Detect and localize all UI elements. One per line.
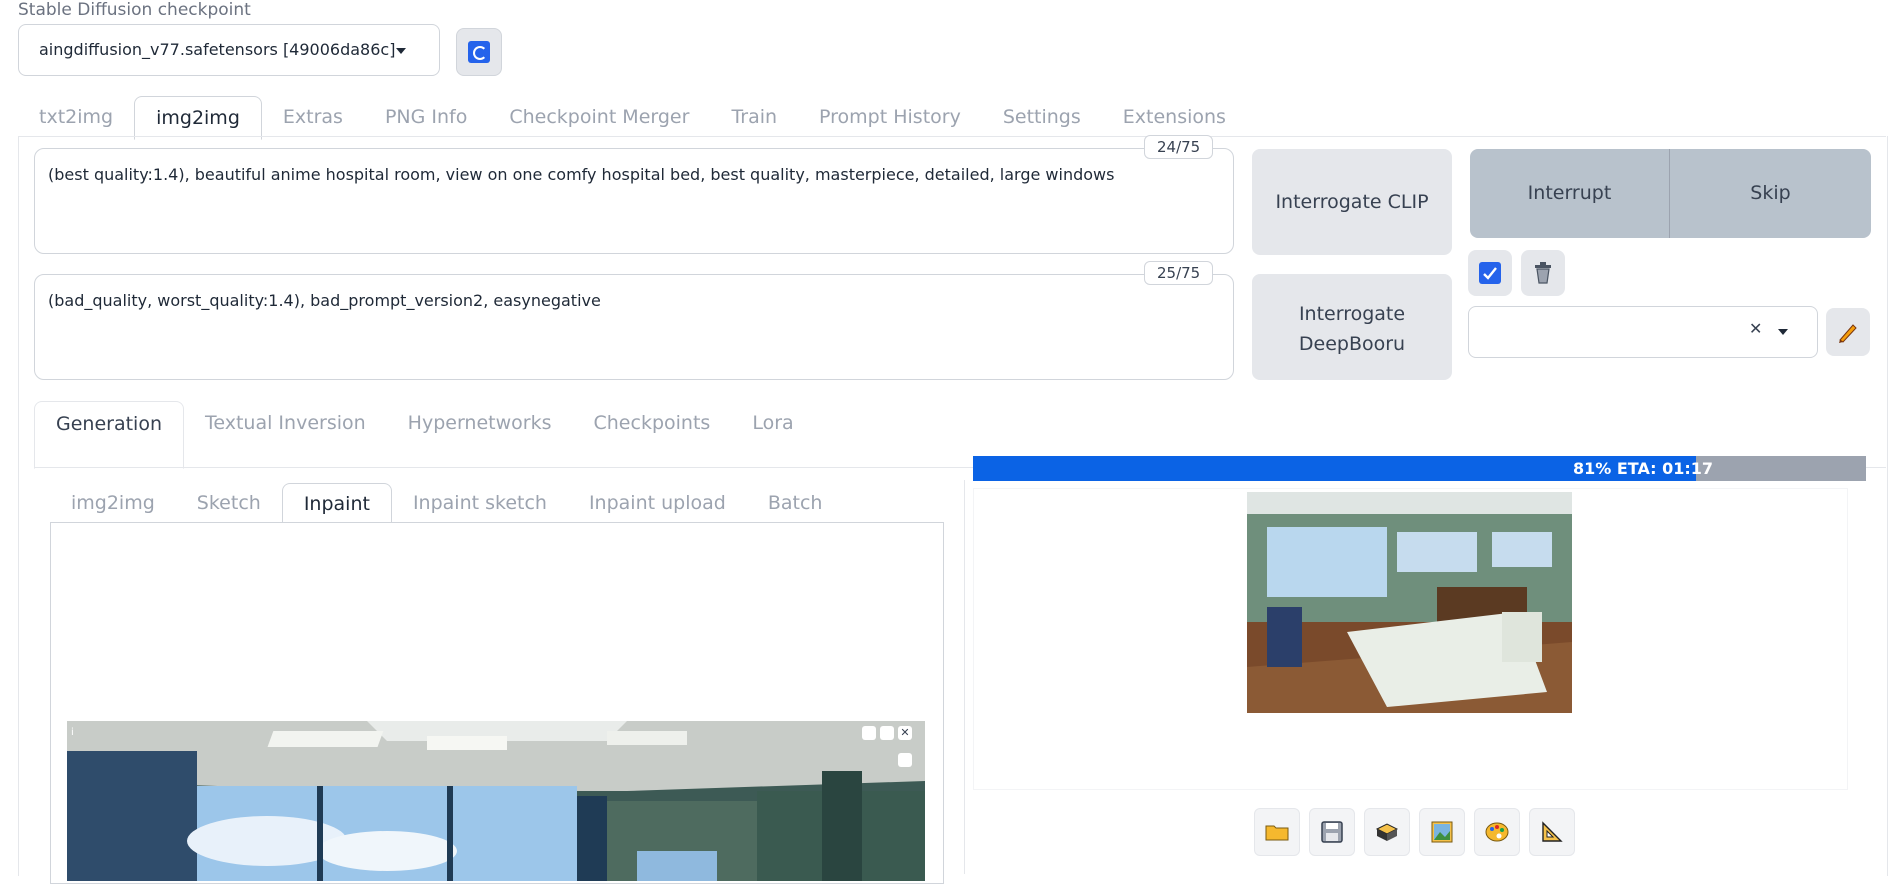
clear-icon[interactable]: ✕ [1749, 319, 1762, 338]
checkpoint-label: Stable Diffusion checkpoint [18, 0, 251, 20]
interrupt-button[interactable]: Interrupt [1470, 149, 1669, 238]
checkpoint-value: aingdiffusion_v77.safetensors [49006da86… [39, 40, 396, 59]
progress-bar: 81% ETA: 01:17 [973, 456, 1866, 481]
pencil-icon [1839, 324, 1857, 343]
image-icon [1431, 821, 1453, 843]
output-toolbar [1254, 808, 1575, 856]
save-icon [1321, 821, 1343, 843]
generation-tabs: Generation Textual Inversion Hypernetwor… [34, 401, 815, 469]
deepbooru-label-1: Interrogate [1298, 303, 1406, 325]
undo-icon[interactable] [862, 726, 876, 740]
tab-txt2img[interactable]: txt2img [18, 96, 134, 138]
negative-token-counter: 25/75 [1144, 261, 1214, 285]
edit-style-button[interactable] [1826, 308, 1870, 356]
tab-checkpoint-merger[interactable]: Checkpoint Merger [488, 96, 710, 138]
prompt-textarea[interactable]: (best quality:1.4), beautiful anime hosp… [34, 148, 1234, 254]
column-divider [964, 480, 965, 874]
progress-text: 81% ETA: 01:17 [1573, 459, 1714, 478]
tab-extras[interactable]: Extras [262, 96, 364, 138]
tab-extensions[interactable]: Extensions [1102, 96, 1247, 138]
negative-prompt-text: (bad_quality, worst_quality:1.4), bad_pr… [48, 291, 601, 310]
tab-hypernetworks[interactable]: Hypernetworks [387, 401, 573, 469]
negative-prompt-textarea[interactable]: (bad_quality, worst_quality:1.4), bad_pr… [34, 274, 1234, 380]
checkbox-icon [1479, 262, 1501, 284]
inpaint-image[interactable]: i ✕ [67, 721, 925, 881]
interrogate-deepbooru-button[interactable]: Interrogate DeepBooru [1252, 274, 1452, 380]
tab-png-info[interactable]: PNG Info [364, 96, 488, 138]
prompt-text: (best quality:1.4), beautiful anime hosp… [48, 165, 1115, 184]
ruler-icon [1542, 821, 1563, 842]
prompt-token-counter: 24/75 [1144, 135, 1214, 159]
brush-icon[interactable] [880, 726, 894, 740]
tab-train[interactable]: Train [710, 96, 798, 138]
tab-textual-inversion[interactable]: Textual Inversion [184, 401, 387, 469]
output-image[interactable] [1247, 492, 1572, 713]
save-button[interactable] [1309, 808, 1355, 856]
tab-img2img[interactable]: img2img [134, 96, 262, 140]
clear-prompt-button[interactable] [1521, 250, 1565, 296]
styles-dropdown[interactable]: ✕ [1468, 306, 1818, 358]
skip-button[interactable]: Skip [1670, 149, 1871, 238]
output-image-render [1247, 492, 1572, 713]
zip-icon [1375, 823, 1399, 841]
tab-generation[interactable]: Generation [34, 401, 184, 469]
send-to-extras-button[interactable] [1529, 808, 1575, 856]
expand-icon[interactable] [898, 753, 912, 767]
info-icon: i [71, 727, 74, 738]
close-icon[interactable]: ✕ [898, 726, 912, 740]
tab-lora[interactable]: Lora [731, 401, 814, 469]
palette-icon [1485, 822, 1509, 842]
interrogate-clip-button[interactable]: Interrogate CLIP [1252, 149, 1452, 255]
tab-checkpoints[interactable]: Checkpoints [573, 401, 732, 469]
chevron-down-icon [1778, 329, 1788, 335]
tab-settings[interactable]: Settings [982, 96, 1102, 138]
apply-style-button[interactable] [1468, 250, 1512, 296]
refresh-checkpoint-button[interactable] [456, 28, 502, 76]
inpaint-image-render [67, 721, 925, 881]
refresh-icon [468, 41, 490, 63]
checkpoint-dropdown[interactable]: aingdiffusion_v77.safetensors [49006da86… [18, 24, 440, 76]
send-to-img2img-button[interactable] [1419, 808, 1465, 856]
folder-icon [1265, 825, 1289, 841]
open-folder-button[interactable] [1254, 808, 1300, 856]
send-to-inpaint-button[interactable] [1474, 808, 1520, 856]
main-tabs: txt2img img2img Extras PNG Info Checkpoi… [18, 96, 1247, 140]
chevron-down-icon [396, 48, 406, 54]
trash-icon [1535, 262, 1551, 284]
deepbooru-label-2: DeepBooru [1298, 333, 1406, 355]
tab-prompt-history[interactable]: Prompt History [798, 96, 982, 138]
zip-button[interactable] [1364, 808, 1410, 856]
